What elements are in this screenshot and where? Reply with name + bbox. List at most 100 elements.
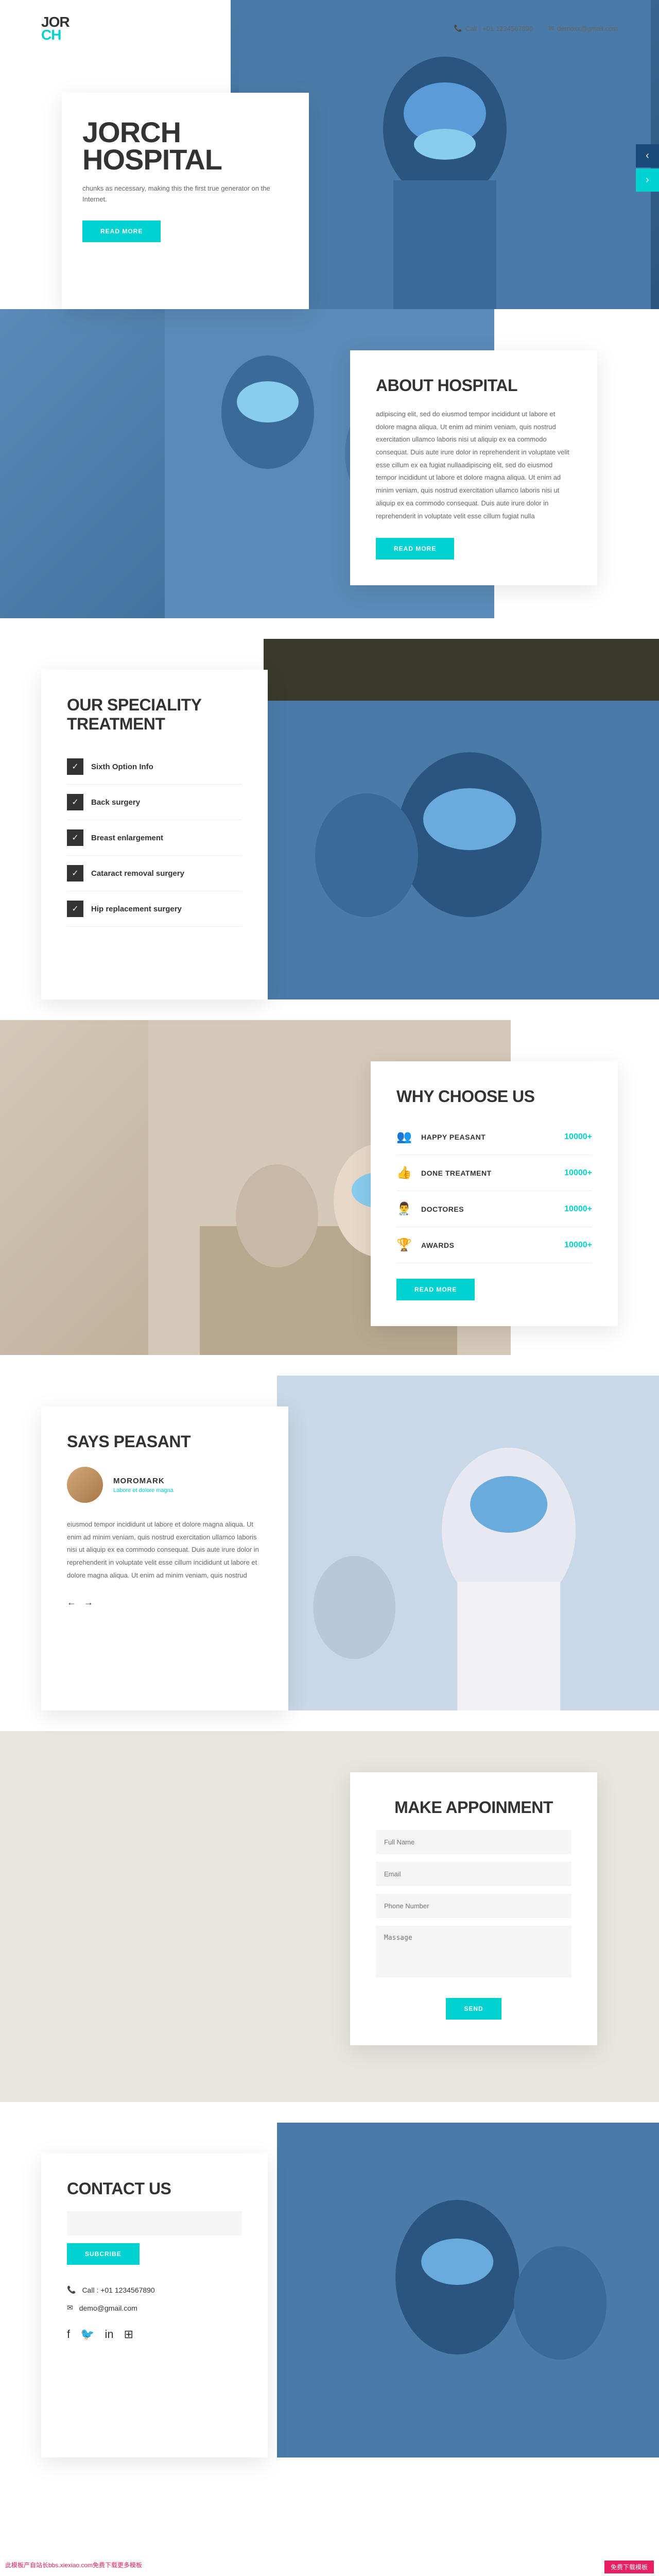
about-readmore-button[interactable]: READ MORE [376,538,454,560]
doctor-icon: 👨‍⚕️ [396,1201,412,1216]
header-email[interactable]: ✉ demoxx@gmail.com [548,24,618,32]
phone-icon: 📞 [67,2285,76,2294]
specialty-image [264,639,659,999]
about-section: ABOUT HOSPITAL adipiscing elit, sed do e… [0,309,659,618]
contact-title: CONTACT US [67,2179,242,2198]
mail-icon: ✉ [548,24,554,32]
send-button[interactable]: SEND [446,1998,501,2020]
testimonial-nav: ← → [67,1597,263,1608]
whychoose-title: WHY CHOOSE US [396,1087,592,1106]
contact-phone-text: Call : +01 1234567890 [82,2286,154,2294]
person-subtitle: Labore et dolore magna [113,1487,174,1494]
testimonial-title: SAYS PEASANT [67,1432,263,1451]
check-icon: ✓ [67,829,83,846]
watermark: 此模板产自站长bbs.xiexiao.com免费下载更多模板 免费下载模板 [0,2558,659,2576]
spec-label: Back surgery [91,798,140,807]
appointment-card: MAKE APPOINMENT SEND [350,1772,597,2045]
stat-value: 10000+ [564,1205,592,1214]
name-input[interactable] [376,1830,571,1854]
slider-prev-button[interactable]: ‹ [636,144,659,167]
slider-next-button[interactable]: › [636,168,659,192]
contact-card: CONTACT US SUBCRIBE 📞 Call : +01 1234567… [41,2154,268,2458]
contact-phone[interactable]: 📞 Call : +01 1234567890 [67,2285,242,2294]
whychoose-section: WHY CHOOSE US 👥 HAPPY PEASANT 10000+ 👍 DON… [0,1020,659,1355]
testimonial-person: MOROMARK Labore et dolore magna [67,1467,263,1503]
spec-label: Cataract removal surgery [91,869,184,878]
person-name: MOROMARK [113,1477,174,1485]
spec-label: Hip replacement surgery [91,905,182,913]
specialty-card: OUR SPECIALITY TREATMENT ✓ Sixth Option I… [41,670,268,999]
stat-row: 👍 DONE TREATMENT 10000+ [396,1155,592,1191]
logo-part2: CH [41,27,61,43]
phone-text: Call : +01 1234567890 [465,25,533,32]
header-phone[interactable]: 📞 Call : +01 1234567890 [454,24,533,32]
hero-subtitle: chunks as necessary, making this the fir… [82,183,288,205]
whychoose-card: WHY CHOOSE US 👥 HAPPY PEASANT 10000+ 👍 DON… [371,1061,618,1326]
email-input[interactable] [376,1862,571,1886]
check-icon: ✓ [67,865,83,882]
spec-label: Sixth Option Info [91,762,153,771]
linkedin-icon[interactable]: in [105,2328,114,2341]
stat-label: AWARDS [421,1241,454,1249]
watermark-left: 此模板产自站长bbs.xiexiao.com免费下载更多模板 [5,2561,142,2573]
subscribe-input[interactable] [67,2211,242,2235]
phone-input[interactable] [376,1894,571,1918]
hero-title: JORCH HOSPITAL [82,118,288,173]
appointment-section: MAKE APPOINMENT SEND [0,1731,659,2102]
mail-icon: ✉ [67,2303,73,2312]
about-card: ABOUT HOSPITAL adipiscing elit, sed do e… [350,350,597,585]
phone-icon: 📞 [454,24,462,32]
specialty-list: ✓ Sixth Option Info ✓ Back surgery ✓ Breast… [67,749,242,927]
subscribe-button[interactable]: SUBCRIBE [67,2243,140,2265]
stat-row: 👥 HAPPY PEASANT 10000+ [396,1119,592,1155]
testimonial-section: SAYS PEASANT MOROMARK Labore et dolore m… [0,1376,659,1710]
stat-row: 👨‍⚕️ DOCTORES 10000+ [396,1191,592,1227]
facebook-icon[interactable]: f [67,2328,70,2341]
testimonial-image [277,1376,659,1710]
testimonial-prev-button[interactable]: ← [67,1597,76,1608]
stat-value: 10000+ [564,1132,592,1142]
thumbsup-icon: 👍 [396,1165,412,1180]
stat-label: HAPPY PEASANT [421,1133,485,1141]
spec-label: Breast enlargement [91,834,163,842]
stat-label: DOCTORES [421,1205,464,1213]
whychoose-readmore-button[interactable]: READ MORE [396,1279,475,1300]
contact-email[interactable]: ✉ demo@gmail.com [67,2303,242,2312]
about-text: adipiscing elit, sed do eiusmod tempor i… [376,408,571,522]
slider-navigation: ‹ › [636,144,659,193]
stat-value: 10000+ [564,1168,592,1178]
logo[interactable]: JOR CH [41,15,70,41]
about-title: ABOUT HOSPITAL [376,376,571,395]
list-item[interactable]: ✓ Back surgery [67,785,242,820]
twitter-icon[interactable]: 🐦 [80,2328,94,2341]
contact-section: CONTACT US SUBCRIBE 📞 Call : +01 1234567… [0,2123,659,2458]
whychoose-image [0,1020,362,1355]
testimonial-next-button[interactable]: → [84,1597,93,1608]
people-icon: 👥 [396,1129,412,1144]
stat-value: 10000+ [564,1241,592,1250]
email-text: demoxx@gmail.com [557,25,618,32]
contact-info: 📞 Call : +01 1234567890 ✉ demo@gmail.com… [67,2285,242,2341]
list-item[interactable]: ✓ Sixth Option Info [67,749,242,785]
list-item[interactable]: ✓ Hip replacement surgery [67,891,242,927]
hero-card: JORCH HOSPITAL chunks as necessary, maki… [62,93,309,309]
avatar [67,1467,103,1503]
check-icon: ✓ [67,901,83,917]
check-icon: ✓ [67,794,83,810]
stat-row: 🏆AWARDS 10000+ [396,1227,592,1263]
header: JOR CH 📞 Call : +01 1234567890 ✉ demoxx@… [0,0,659,57]
check-icon: ✓ [67,758,83,775]
header-contacts: 📞 Call : +01 1234567890 ✉ demoxx@gmail.c… [454,24,618,32]
specialty-title: OUR SPECIALITY TREATMENT [67,696,242,734]
list-item[interactable]: ✓ Cataract removal surgery [67,856,242,891]
testimonial-card: SAYS PEASANT MOROMARK Labore et dolore m… [41,1406,288,1710]
hero-readmore-button[interactable]: READ MORE [82,221,161,242]
watermark-right-button[interactable]: 免费下载模板 [604,2561,654,2573]
specialty-section: OUR SPECIALITY TREATMENT ✓ Sixth Option I… [0,639,659,999]
message-input[interactable] [376,1926,571,1977]
instagram-icon[interactable]: ⊞ [124,2328,133,2341]
stat-label: DONE TREATMENT [421,1169,492,1177]
list-item[interactable]: ✓ Breast enlargement [67,820,242,856]
contact-email-text: demo@gmail.com [79,2304,137,2312]
about-image [0,309,330,618]
